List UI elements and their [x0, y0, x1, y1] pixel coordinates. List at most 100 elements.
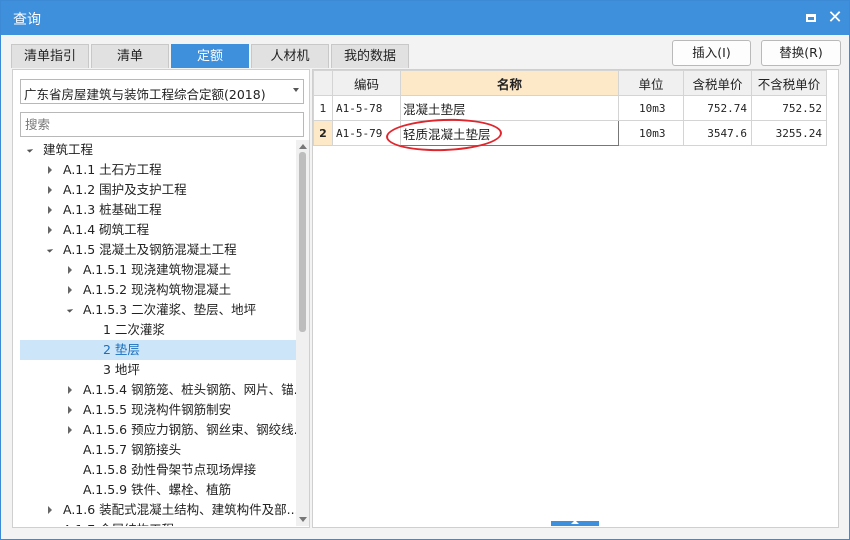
column-header-price-notax[interactable]: 不含税单价 — [751, 70, 827, 96]
tree-item-label: A.1.7 金属结构工程 — [63, 520, 174, 526]
library-select-value: 广东省房屋建筑与装饰工程综合定额(2018) — [24, 87, 266, 102]
tree-item-label: A.1.1 土石方工程 — [63, 162, 162, 177]
cell-price-tax[interactable]: 3547.6 — [683, 120, 752, 146]
collapsed-triangle-icon[interactable] — [68, 386, 72, 394]
quota-tree-panel: 广东省房屋建筑与装饰工程综合定额(2018) 建筑工程 A.1.1 土石方工程 A.… — [12, 69, 310, 528]
tab-labor-material-machine[interactable]: 人材机 — [251, 44, 329, 68]
row-number: 2 — [313, 120, 333, 146]
search-input[interactable] — [20, 112, 304, 137]
tree-item[interactable]: A.1.5.3 二次灌浆、垫层、地坪 — [20, 300, 296, 320]
quota-tree: 建筑工程 A.1.1 土石方工程 A.1.2 围护及支护工程 A.1.3 桩基础工程 A… — [13, 140, 297, 526]
tree-item[interactable]: A.1.4 砌筑工程 — [20, 220, 296, 240]
tree-item-label: A.1.5 混凝土及钢筋混凝土工程 — [63, 242, 237, 257]
row-number: 1 — [313, 95, 333, 121]
header-row-number — [313, 70, 333, 96]
cell-code[interactable]: A1-5-79 — [332, 120, 401, 146]
tree-item[interactable]: A.1.6 装配式混凝土结构、建筑构件及部... — [20, 500, 297, 520]
collapsed-triangle-icon[interactable] — [48, 166, 52, 174]
tree-item-label: A.1.5.6 预应力钢筋、钢丝束、钢绞线... — [83, 422, 297, 437]
title-bar[interactable]: 查询 ✕ — [1, 1, 849, 35]
tree-item[interactable]: A.1.5 混凝土及钢筋混凝土工程 — [20, 240, 296, 260]
column-header-unit[interactable]: 单位 — [618, 70, 684, 96]
tree-item[interactable]: A.1.5.7 钢筋接头 — [20, 440, 296, 460]
cell-unit[interactable]: 10m3 — [618, 120, 684, 146]
collapsed-triangle-icon[interactable] — [48, 506, 52, 514]
tree-item[interactable]: A.1.5.4 钢筋笼、桩头钢筋、网片、锚... — [20, 380, 297, 400]
tree-item-label: 1 二次灌浆 — [103, 322, 165, 337]
cell-price-notax[interactable]: 752.52 — [751, 95, 827, 121]
insert-button[interactable]: 插入(I) — [672, 40, 751, 66]
close-icon: ✕ — [827, 7, 843, 28]
tree-item[interactable]: A.1.5.9 铁件、螺栓、植筋 — [20, 480, 296, 500]
tree-item-label: A.1.5.8 劲性骨架节点现场焊接 — [83, 462, 257, 477]
cell-unit[interactable]: 10m3 — [618, 95, 684, 121]
scroll-up-icon[interactable] — [299, 144, 307, 149]
cell-price-notax[interactable]: 3255.24 — [751, 120, 827, 146]
column-header-price-tax[interactable]: 含税单价 — [683, 70, 752, 96]
tree-item-label: A.1.5.4 钢筋笼、桩头钢筋、网片、锚... — [83, 382, 297, 397]
cell-name[interactable]: 轻质混凝土垫层 — [400, 120, 619, 146]
tree-item-label: A.1.5.1 现浇建筑物混凝土 — [83, 262, 232, 277]
tree-item[interactable]: A.1.5.5 现浇构件钢筋制安 — [20, 400, 296, 420]
expanded-triangle-icon[interactable] — [26, 146, 34, 153]
tree-item[interactable]: 2 垫层 — [20, 340, 296, 360]
expanded-triangle-icon[interactable] — [66, 306, 74, 313]
tree-item[interactable]: 1 二次灌浆 — [20, 320, 296, 340]
tree-item-label: 建筑工程 — [43, 142, 94, 157]
panel-splitter[interactable] — [551, 520, 599, 526]
tree-item[interactable]: A.1.1 土石方工程 — [20, 160, 296, 180]
tree-item-label: A.1.5.3 二次灌浆、垫层、地坪 — [83, 302, 257, 317]
scrollbar-thumb[interactable] — [299, 152, 306, 332]
cell-price-tax[interactable]: 752.74 — [683, 95, 752, 121]
tree-item[interactable]: 建筑工程 — [20, 140, 296, 160]
tab-bill-guide[interactable]: 清单指引 — [11, 44, 89, 68]
tree-item[interactable]: 3 地坪 — [20, 360, 296, 380]
collapsed-triangle-icon[interactable] — [68, 406, 72, 414]
tree-item-label: A.1.3 桩基础工程 — [63, 202, 162, 217]
cell-name[interactable]: 混凝土垫层 — [400, 95, 619, 121]
tree-item-label: A.1.5.9 铁件、螺栓、植筋 — [83, 482, 232, 497]
tree-scrollbar[interactable] — [296, 140, 309, 526]
tab-bill[interactable]: 清单 — [91, 44, 169, 68]
window-title: 查询 — [13, 12, 41, 28]
cell-code[interactable]: A1-5-78 — [332, 95, 401, 121]
table-header-row: 编码 名称 单位 含税单价 不含税单价 — [313, 70, 827, 96]
tree-item[interactable]: A.1.5.8 劲性骨架节点现场焊接 — [20, 460, 296, 480]
scroll-down-icon[interactable] — [299, 517, 307, 522]
chevron-up-icon — [571, 520, 579, 524]
tab-my-data[interactable]: 我的数据 — [331, 44, 409, 68]
column-header-code[interactable]: 编码 — [332, 70, 401, 96]
collapsed-triangle-icon[interactable] — [68, 286, 72, 294]
collapsed-triangle-icon[interactable] — [68, 426, 72, 434]
collapsed-triangle-icon[interactable] — [48, 206, 52, 214]
column-header-name[interactable]: 名称 — [400, 70, 619, 96]
expanded-triangle-icon[interactable] — [46, 246, 54, 253]
library-select[interactable]: 广东省房屋建筑与装饰工程综合定额(2018) — [20, 79, 304, 104]
tree-item-label: A.1.2 围护及支护工程 — [63, 182, 187, 197]
tree-item-label: A.1.5.5 现浇构件钢筋制安 — [83, 402, 232, 417]
tab-quota[interactable]: 定额 — [171, 44, 249, 68]
tree-item[interactable]: A.1.5.6 预应力钢筋、钢丝束、钢绞线... — [20, 420, 297, 440]
tree-item[interactable]: A.1.7 金属结构工程 — [20, 520, 296, 526]
tree-item[interactable]: A.1.5.2 现浇构筑物混凝土 — [20, 280, 296, 300]
tree-item-label: 3 地坪 — [103, 362, 140, 377]
tree-item[interactable]: A.1.5.1 现浇建筑物混凝土 — [20, 260, 296, 280]
query-dialog: 查询 ✕ 清单指引 清单 定额 人材机 我的数据 插入(I) 替换(R) 广东省… — [0, 0, 850, 540]
tree-item-label: A.1.4 砌筑工程 — [63, 222, 150, 237]
tree-item-label: A.1.5.7 钢筋接头 — [83, 442, 182, 457]
chevron-down-icon — [293, 88, 299, 92]
collapsed-triangle-icon[interactable] — [48, 226, 52, 234]
tree-item-label: A.1.6 装配式混凝土结构、建筑构件及部... — [63, 502, 297, 517]
collapsed-triangle-icon[interactable] — [68, 266, 72, 274]
tree-item[interactable]: A.1.3 桩基础工程 — [20, 200, 296, 220]
table-row[interactable]: 1 A1-5-78 混凝土垫层 10m3 752.74 752.52 — [313, 95, 827, 121]
replace-button[interactable]: 替换(R) — [761, 40, 841, 66]
maximize-button[interactable] — [801, 8, 821, 28]
collapsed-triangle-icon[interactable] — [48, 186, 52, 194]
tree-item-label: A.1.5.2 现浇构筑物混凝土 — [83, 282, 232, 297]
close-button[interactable]: ✕ — [825, 8, 845, 28]
quota-table: 编码 名称 单位 含税单价 不含税单价 1 A1-5-78 混凝土垫层 10m3… — [313, 70, 827, 146]
table-row[interactable]: 2 A1-5-79 轻质混凝土垫层 10m3 3547.6 3255.24 — [313, 120, 827, 146]
tree-item[interactable]: A.1.2 围护及支护工程 — [20, 180, 296, 200]
tree-item-label: 2 垫层 — [103, 342, 140, 357]
